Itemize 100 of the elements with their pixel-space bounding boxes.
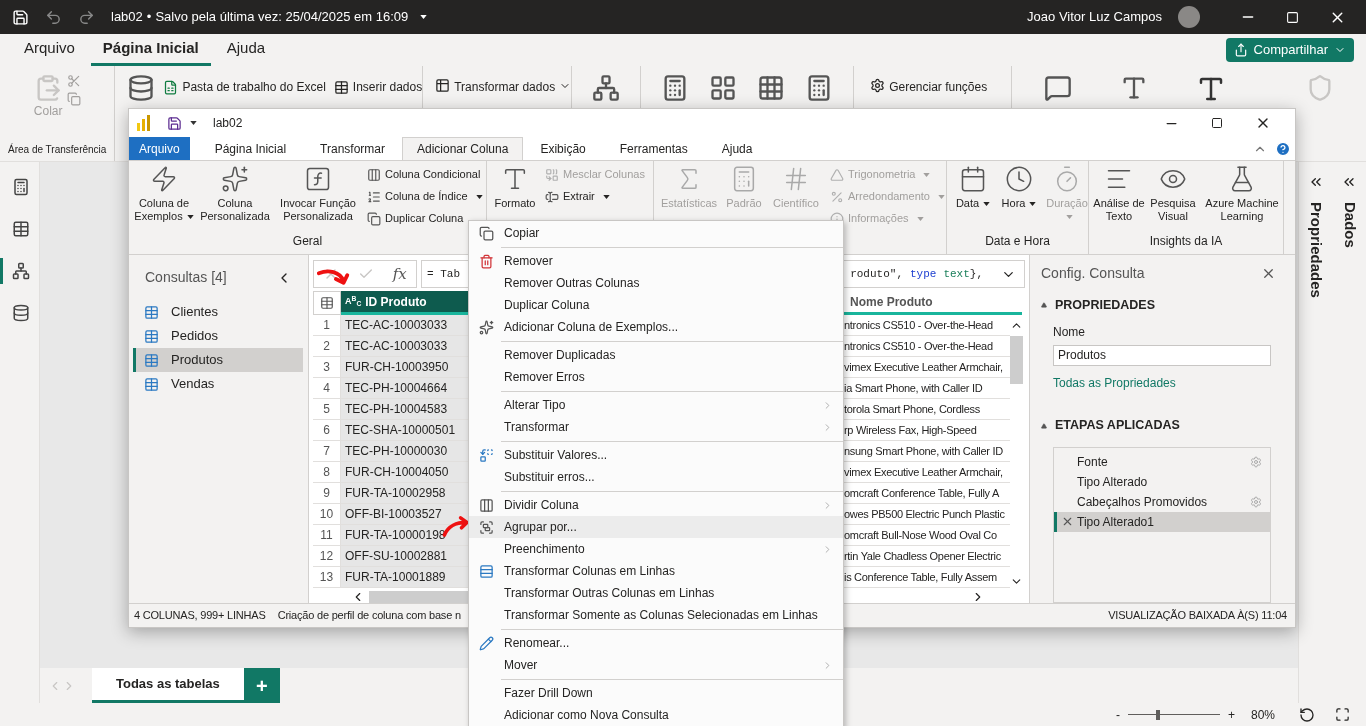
menu-item[interactable]: Mover: [469, 654, 843, 676]
query-item[interactable]: Pedidos: [133, 324, 303, 348]
ribbon-button[interactable]: Formato: [491, 165, 539, 210]
manage-functions-button[interactable]: Gerenciar funções: [889, 78, 988, 96]
menu-item[interactable]: Remover Duplicadas: [469, 344, 843, 366]
table-menu-icon[interactable]: [320, 296, 334, 310]
ribbon-button[interactable]: Hora: [997, 165, 1041, 210]
ribbon-tab[interactable]: Arquivo: [12, 34, 87, 66]
table-lightning-icon: [150, 165, 178, 193]
menu-item[interactable]: Agrupar por...: [469, 516, 843, 538]
table-cell-text: owes PB500 Electric Punch Plastic: [843, 507, 1006, 522]
menu-item[interactable]: Renomear...: [469, 632, 843, 654]
chat-icon[interactable]: [1044, 74, 1072, 102]
ribbon-tab[interactable]: Página Inicial: [197, 137, 304, 160]
menu-item[interactable]: Adicionar Coluna de Exemplos...: [469, 316, 843, 338]
caret-icon: [916, 216, 924, 221]
transform-data-button[interactable]: Transformar dados: [454, 78, 556, 96]
grid-icon[interactable]: [709, 74, 738, 102]
zoom-slider-thumb[interactable]: [1156, 709, 1161, 720]
ribbon-tab[interactable]: Arquivo: [129, 137, 190, 160]
table-icon: [333, 79, 349, 95]
zoom-in-button[interactable]: +: [1228, 705, 1235, 724]
ribbon-tab[interactable]: Ajuda: [214, 34, 278, 66]
ribbon-tab[interactable]: Exibição: [523, 137, 603, 160]
function-button[interactable]: fx: [392, 262, 407, 286]
applied-step[interactable]: Cabeçalhos Promovidos: [1054, 492, 1270, 512]
reset-zoom-icon[interactable]: [1299, 706, 1315, 723]
page-tab[interactable]: Todas as tabelas: [92, 668, 244, 703]
collapse-icon[interactable]: [1041, 422, 1047, 429]
scrollbar-thumb[interactable]: [1010, 336, 1023, 384]
numbered-list-icon: [367, 189, 381, 204]
applied-step[interactable]: Tipo Alterado1: [1054, 512, 1270, 532]
enter-data-button[interactable]: Inserir dados: [352, 78, 423, 96]
caret-icon: [420, 15, 428, 19]
model-icon[interactable]: [592, 74, 621, 102]
all-properties-link[interactable]: Todas as Propriedades: [1053, 374, 1284, 393]
ribbon-tab[interactable]: Adicionar Coluna: [402, 137, 524, 160]
save-icon[interactable]: [167, 115, 182, 131]
name-field[interactable]: Produtos: [1053, 344, 1271, 367]
zoom-slider[interactable]: [1128, 709, 1220, 720]
table-cell-text: vimex Executive Leather Armchair,: [843, 360, 1004, 375]
caret-icon: [1029, 202, 1037, 207]
table-icon[interactable]: [757, 74, 786, 102]
replace-icon: [479, 447, 494, 463]
menu-item[interactable]: Fazer Drill Down: [469, 682, 843, 704]
query-item[interactable]: Vendas: [133, 372, 303, 396]
query-item[interactable]: Clientes: [133, 300, 303, 324]
menu-item[interactable]: Adicionar como Nova Consulta: [469, 704, 843, 726]
menu-item[interactable]: Transformar Somente as Colunas Selecionadas em Linhas: [469, 604, 843, 626]
ribbon-button[interactable]: Pesquisa Visual: [1147, 165, 1199, 223]
menu-item[interactable]: Dividir Coluna: [469, 494, 843, 516]
menu-item[interactable]: Preenchimento: [469, 538, 843, 560]
ribbon-button[interactable]: Invocar Função Personalizada: [275, 165, 361, 223]
pane-title[interactable]: Propriedades: [1304, 202, 1327, 298]
add-page-button[interactable]: +: [243, 668, 280, 703]
pane-title[interactable]: Dados: [1338, 202, 1361, 248]
menu-item[interactable]: Remover Erros: [469, 366, 843, 388]
applied-step[interactable]: Tipo Alterado: [1054, 472, 1270, 492]
ribbon-button[interactable]: Coluna de Índice: [367, 187, 483, 206]
caret-icon: [983, 202, 991, 207]
zoom-out-button[interactable]: -: [1116, 705, 1120, 724]
menu-item[interactable]: Duplicar Coluna: [469, 294, 843, 316]
menu-item[interactable]: Substituir erros...: [469, 466, 843, 488]
fit-page-icon[interactable]: [1335, 707, 1350, 722]
menu-item[interactable]: Remover Outras Colunas: [469, 272, 843, 294]
help-icon[interactable]: [1275, 140, 1291, 157]
ribbon-button[interactable]: Data: [951, 165, 995, 210]
table-icon: [144, 328, 159, 344]
menu-item[interactable]: Transformar Colunas em Linhas: [469, 560, 843, 582]
query-item[interactable]: Produtos: [133, 348, 303, 372]
share-icon: [1233, 43, 1248, 57]
redo-icon[interactable]: [78, 8, 95, 26]
database-icon[interactable]: [127, 74, 156, 102]
menu-item[interactable]: Substituir Valores...: [469, 444, 843, 466]
table-cell-text: rp Wireless Fax, High-Speed: [843, 423, 978, 438]
collapse-icon[interactable]: [1041, 302, 1047, 309]
excel-icon: [163, 79, 179, 95]
ribbon-button[interactable]: Coluna Personalizada: [197, 165, 273, 223]
menu-item[interactable]: Transformar: [469, 416, 843, 438]
avatar[interactable]: [1178, 6, 1200, 28]
ribbon-tab[interactable]: Ajuda: [704, 137, 770, 160]
ribbon-button[interactable]: Azure Machine Learning: [1201, 165, 1283, 223]
maximize-icon[interactable]: [1211, 117, 1223, 129]
close-icon[interactable]: [1261, 266, 1276, 281]
menu-item[interactable]: Alterar Tipo: [469, 394, 843, 416]
ribbon-tab[interactable]: Ferramentas: [602, 137, 705, 160]
applied-step[interactable]: Fonte: [1054, 452, 1270, 472]
ribbon-button[interactable]: Análise de Texto: [1093, 165, 1145, 223]
table-cell: FUR-TA-10000198: [341, 525, 469, 545]
ribbon-tab[interactable]: Transformar: [303, 137, 402, 160]
undo-icon[interactable]: [45, 8, 62, 26]
ribbon-button[interactable]: Coluna de Exemplos: [133, 165, 195, 223]
table-cell: TEC-PH-10004664: [341, 378, 469, 398]
ribbon-button[interactable]: Extrair: [545, 187, 645, 206]
menu-item[interactable]: Remover: [469, 250, 843, 272]
excel-button[interactable]: Pasta de trabalho do Excel: [182, 78, 326, 96]
menu-item[interactable]: Transformar Outras Colunas em Linhas: [469, 582, 843, 604]
share-button[interactable]: Compartilhar: [1225, 38, 1354, 62]
caret-icon: [186, 215, 194, 220]
ribbon-button[interactable]: Coluna Condicional: [367, 165, 483, 184]
